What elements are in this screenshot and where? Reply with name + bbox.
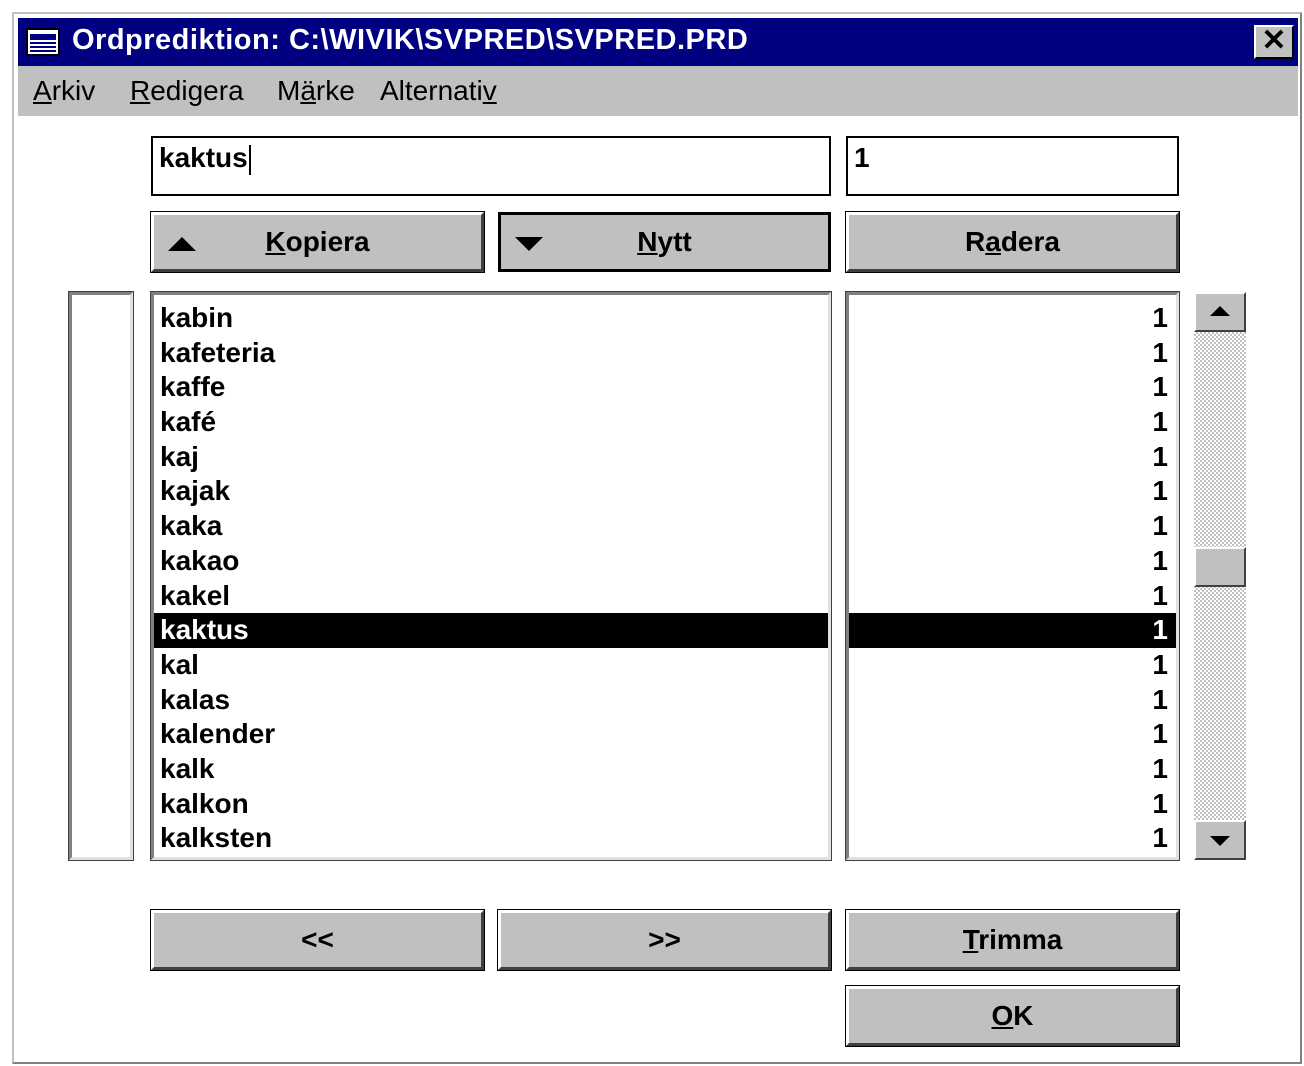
frequency-list-item[interactable]: 1: [849, 544, 1176, 579]
next-label: >>: [648, 924, 681, 955]
word-list-item[interactable]: kalas: [154, 683, 828, 718]
frequency-list-item[interactable]: 1: [849, 613, 1176, 648]
menu-arkiv[interactable]: Arkiv: [33, 75, 95, 107]
menu-bar: Arkiv Redigera Märke Alternativ: [18, 66, 1298, 116]
title-bar: Ordprediktion: C:\WIVIK\SVPRED\SVPRED.PR…: [18, 18, 1298, 66]
scroll-thumb[interactable]: [1194, 547, 1246, 588]
scroll-up-icon: [1210, 306, 1230, 316]
close-button[interactable]: ✕: [1254, 25, 1294, 59]
kopiera-button[interactable]: Kopiera: [150, 211, 485, 273]
menu-redigera[interactable]: Redigera: [130, 75, 244, 107]
frequency-list-item[interactable]: 1: [849, 474, 1176, 509]
frequency-list-item[interactable]: 1: [849, 405, 1176, 440]
word-input[interactable]: kaktus: [151, 136, 831, 196]
scroll-down-icon: [1210, 836, 1230, 846]
trimma-label: Trimma: [962, 924, 1063, 955]
frequency-list[interactable]: 1111111111111111: [845, 291, 1180, 861]
previous-label: <<: [301, 924, 334, 955]
word-list-item[interactable]: kajak: [154, 474, 828, 509]
scroll-down-button[interactable]: [1194, 820, 1246, 860]
kopiera-label: Kopiera: [265, 226, 370, 257]
left-side-panel: [68, 291, 134, 861]
text-caret: [248, 144, 251, 175]
frequency-list-item[interactable]: 1: [849, 579, 1176, 614]
word-list-item[interactable]: kalender: [154, 717, 828, 752]
frequency-list-item[interactable]: 1: [849, 648, 1176, 683]
word-list-item[interactable]: kaffe: [154, 370, 828, 405]
close-icon: ✕: [1261, 24, 1287, 57]
nytt-label: Nytt: [637, 226, 692, 257]
frequency-list-item[interactable]: 1: [849, 683, 1176, 718]
frequency-list-item[interactable]: 1: [849, 336, 1176, 371]
radera-button[interactable]: Radera: [845, 211, 1180, 273]
frequency-list-item[interactable]: 1: [849, 301, 1176, 336]
trimma-button[interactable]: Trimma: [845, 909, 1180, 971]
window-title: Ordprediktion: C:\WIVIK\SVPRED\SVPRED.PR…: [72, 24, 749, 56]
word-list-item[interactable]: kabin: [154, 301, 828, 336]
word-list-item[interactable]: kakel: [154, 579, 828, 614]
frequency-list-item[interactable]: 1: [849, 370, 1176, 405]
frequency-list-item[interactable]: 1: [849, 717, 1176, 752]
word-list-item[interactable]: kalksten: [154, 821, 828, 856]
vertical-scrollbar[interactable]: [1194, 292, 1246, 860]
word-list-item[interactable]: kalkon: [154, 787, 828, 822]
frequency-list-item[interactable]: 1: [849, 440, 1176, 475]
frequency-list-item[interactable]: 1: [849, 752, 1176, 787]
ok-button[interactable]: OK: [845, 985, 1180, 1047]
word-list-item[interactable]: kaj: [154, 440, 828, 475]
word-list-item[interactable]: kaka: [154, 509, 828, 544]
frequency-list-item[interactable]: 1: [849, 787, 1176, 822]
menu-marke[interactable]: Märke: [277, 75, 355, 107]
next-button[interactable]: >>: [497, 909, 832, 971]
arrow-up-icon: [168, 237, 196, 251]
word-list-item[interactable]: kal: [154, 648, 828, 683]
previous-button[interactable]: <<: [150, 909, 485, 971]
radera-label: Radera: [965, 226, 1060, 257]
word-list-item[interactable]: kalk: [154, 752, 828, 787]
scroll-up-button[interactable]: [1194, 292, 1246, 332]
ok-label: OK: [991, 1000, 1034, 1031]
word-list-item[interactable]: kaktus: [154, 613, 828, 648]
system-menu-icon[interactable]: [26, 28, 60, 56]
nytt-button[interactable]: Nytt: [498, 212, 831, 272]
frequency-input[interactable]: 1: [846, 136, 1179, 196]
word-list-item[interactable]: kafé: [154, 405, 828, 440]
arrow-down-icon: [515, 237, 543, 251]
word-list-item[interactable]: kafeteria: [154, 336, 828, 371]
word-list[interactable]: kabin kafeteria kaffe kafé kaj kajak kaka kakao…: [150, 291, 832, 861]
frequency-list-item[interactable]: 1: [849, 509, 1176, 544]
frequency-list-item[interactable]: 1: [849, 821, 1176, 856]
menu-alternativ[interactable]: Alternativ: [380, 75, 497, 107]
word-list-item[interactable]: kakao: [154, 544, 828, 579]
